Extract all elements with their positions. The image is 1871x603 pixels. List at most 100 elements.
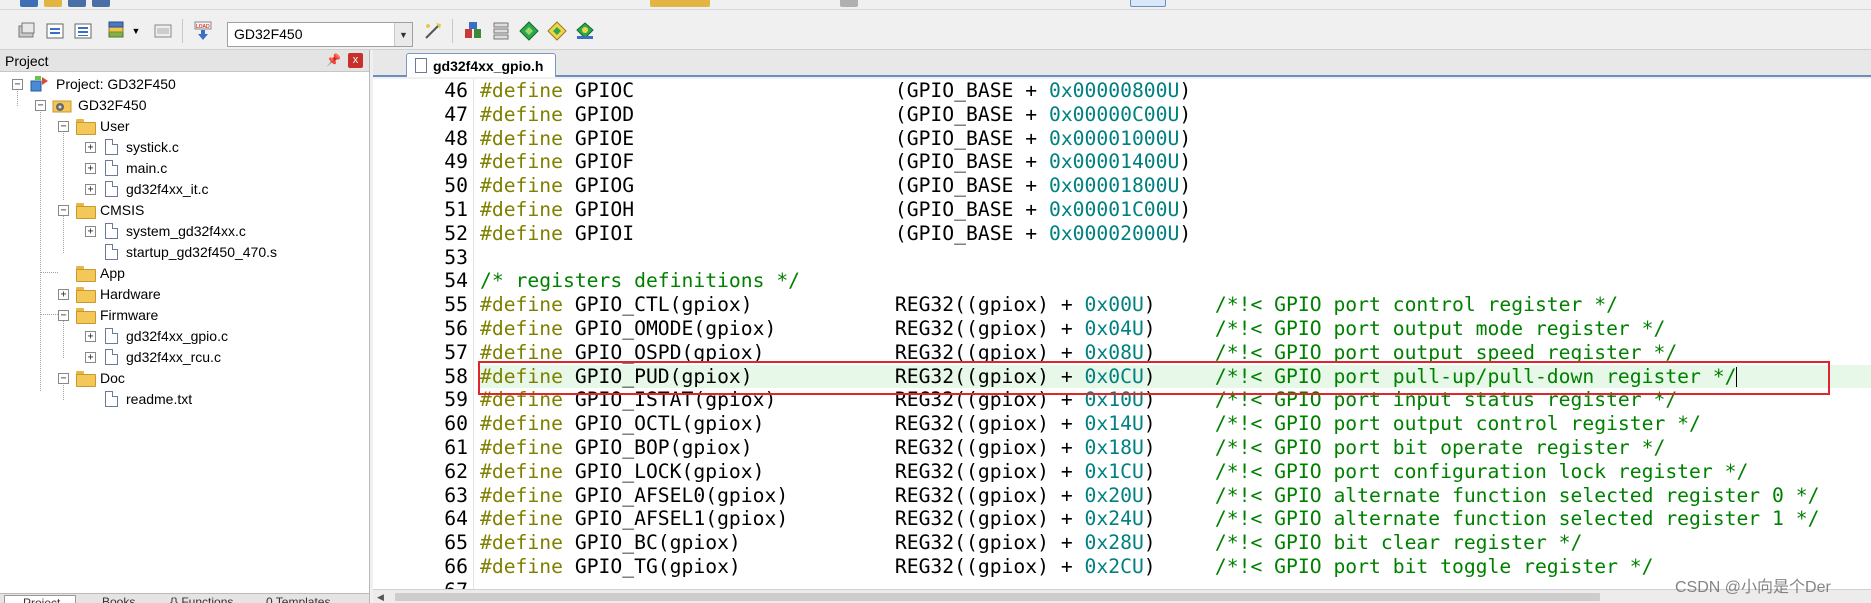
new-file-icon[interactable] — [20, 0, 38, 7]
scroll-left-icon[interactable]: ◀ — [377, 592, 384, 603]
expand-icon[interactable]: + — [85, 352, 96, 363]
code-line[interactable]: #define GPIO_AFSEL0(gpiox) REG32((gpiox)… — [480, 484, 1871, 508]
run-time-environment-icon[interactable] — [572, 19, 598, 43]
expand-icon[interactable]: + — [85, 184, 96, 195]
expand-icon[interactable]: + — [58, 289, 69, 300]
file-extensions-icon[interactable] — [460, 19, 486, 43]
tree-node-folder-app[interactable]: App — [58, 262, 125, 284]
hex-literal: 0x1CU — [1084, 459, 1144, 483]
pack-installer-icon[interactable] — [544, 19, 570, 43]
rebuild-icon[interactable] — [70, 19, 96, 43]
expression: (GPIO_BASE + — [894, 198, 1049, 221]
code-line[interactable]: #define GPIO_LOCK(gpiox) REG32((gpiox) +… — [480, 460, 1871, 484]
pin-icon[interactable]: 📌 — [326, 53, 341, 67]
c-file-icon — [105, 223, 118, 239]
find-in-files-icon[interactable] — [650, 0, 710, 7]
code-line[interactable]: #define GPIO_BC(gpiox) REG32((gpiox) + 0… — [480, 531, 1871, 555]
batch-dropdown-icon[interactable]: ▼ — [130, 19, 142, 43]
chevron-down-icon[interactable]: ▼ — [394, 23, 412, 46]
tree-label: User — [100, 118, 130, 134]
collapse-icon[interactable]: − — [58, 310, 69, 321]
tree-node-project[interactable]: − Project: GD32F450 — [12, 73, 176, 95]
code-view[interactable]: #define GPIOC (GPIO_BASE + 0x00000800U) #… — [480, 79, 1871, 589]
download-icon[interactable]: LOAD — [190, 19, 216, 43]
code-line[interactable]: #define GPIOD (GPIO_BASE + 0x00000C00U) — [480, 103, 1871, 127]
scrollbar-thumb[interactable] — [395, 593, 1600, 601]
select-packs-icon[interactable] — [516, 19, 542, 43]
target-select[interactable]: GD32F450 ▼ — [227, 22, 413, 47]
dropdown-icon[interactable] — [840, 0, 858, 7]
code-line[interactable]: #define GPIO_BOP(gpiox) REG32((gpiox) + … — [480, 436, 1871, 460]
manage-components-icon[interactable] — [488, 19, 514, 43]
tree-node-target[interactable]: − GD32F450 — [35, 94, 146, 116]
code-line[interactable]: #define GPIO_OCTL(gpiox) REG32((gpiox) +… — [480, 412, 1871, 436]
header-file-icon — [415, 58, 427, 73]
expand-icon[interactable]: + — [85, 142, 96, 153]
tree-node-folder-user[interactable]: − User — [58, 115, 130, 137]
expand-icon[interactable]: + — [85, 226, 96, 237]
tree-node-file-startup[interactable]: startup_gd32f450_470.s — [81, 241, 277, 263]
c-file-icon — [105, 328, 118, 344]
code-line[interactable]: #define GPIO_PUD(gpiox) REG32((gpiox) + … — [480, 364, 1871, 389]
collapse-icon[interactable]: − — [58, 205, 69, 216]
code-line[interactable]: #define GPIO_CTL(gpiox) REG32((gpiox) + … — [480, 293, 1871, 317]
tree-node-file-system[interactable]: + system_gd32f4xx.c — [81, 220, 246, 242]
tree-node-file-it[interactable]: + gd32f4xx_it.c — [81, 178, 209, 200]
tree-node-folder-cmsis[interactable]: − CMSIS — [58, 199, 144, 221]
tree-node-file-main[interactable]: + main.c — [81, 157, 167, 179]
comment: /*!< GPIO port configuration lock regist… — [1214, 459, 1749, 483]
code-line[interactable]: #define GPIOI (GPIO_BASE + 0x00002000U) — [480, 222, 1871, 246]
code-line[interactable]: #define GPIO_ISTAT(gpiox) REG32((gpiox) … — [480, 388, 1871, 412]
tree-label: gd32f4xx_rcu.c — [126, 349, 221, 365]
save-all-icon[interactable] — [92, 0, 110, 7]
tree-node-file-gpio[interactable]: + gd32f4xx_gpio.c — [81, 325, 228, 347]
collapse-icon[interactable]: − — [12, 79, 23, 90]
identifier: GPIOD — [562, 102, 895, 126]
collapse-icon[interactable]: − — [58, 373, 69, 384]
tab-books[interactable]: Books — [84, 595, 164, 603]
close-icon[interactable]: x — [348, 53, 363, 68]
target-options-icon[interactable] — [420, 19, 446, 43]
tab-templates[interactable]: 0 Templates — [262, 595, 362, 603]
code-line[interactable]: #define GPIO_AFSEL1(gpiox) REG32((gpiox)… — [480, 507, 1871, 531]
tab-file[interactable]: gd32f4xx_gpio.h — [406, 53, 556, 77]
collapse-icon[interactable]: − — [35, 100, 46, 111]
expression: (GPIO_BASE + — [894, 102, 1049, 126]
code-line[interactable] — [480, 579, 1871, 589]
save-icon[interactable] — [68, 0, 86, 7]
tree-node-folder-firmware[interactable]: − Firmware — [58, 304, 158, 326]
stop-build-icon[interactable] — [150, 19, 176, 43]
tab-project[interactable]: Project — [4, 595, 76, 603]
expression: (GPIO_BASE + — [894, 126, 1049, 150]
translate-icon[interactable] — [14, 19, 40, 43]
collapse-icon[interactable]: − — [58, 121, 69, 132]
open-file-icon[interactable] — [44, 0, 62, 7]
tree-node-file-rcu[interactable]: + gd32f4xx_rcu.c — [81, 346, 221, 368]
code-line[interactable]: /* registers definitions */ — [480, 269, 1871, 293]
code-line[interactable]: #define GPIOH (GPIO_BASE + 0x00001C00U) — [480, 198, 1871, 222]
code-line[interactable]: #define GPIO_OMODE(gpiox) REG32((gpiox) … — [480, 317, 1871, 341]
expand-icon[interactable]: + — [85, 163, 96, 174]
tree-node-file-systick[interactable]: + systick.c — [81, 136, 179, 158]
code-line[interactable]: #define GPIO_TG(gpiox) REG32((gpiox) + 0… — [480, 555, 1871, 579]
code-line[interactable]: #define GPIOG (GPIO_BASE + 0x00001800U) — [480, 174, 1871, 198]
code-line[interactable]: #define GPIO_OSPD(gpiox) REG32((gpiox) +… — [480, 341, 1871, 365]
view-toggle-icon[interactable] — [1130, 0, 1166, 7]
batch-build-icon[interactable] — [104, 19, 130, 43]
code-line[interactable]: #define GPIOF (GPIO_BASE + 0x00001400U) — [480, 150, 1871, 174]
code-line[interactable]: #define GPIOE (GPIO_BASE + 0x00001000U) — [480, 127, 1871, 151]
comment: /*!< GPIO port control register */ — [1214, 293, 1618, 317]
identifier: GPIO_LOCK(gpiox) — [562, 459, 895, 483]
build-icon[interactable] — [42, 19, 68, 43]
line-number: 55 — [444, 293, 468, 317]
tree-node-folder-doc[interactable]: − Doc — [58, 367, 125, 389]
line-number: 60 — [444, 412, 468, 436]
tree-node-folder-hardware[interactable]: + Hardware — [58, 283, 161, 305]
tab-functions[interactable]: {} Functions — [166, 595, 260, 603]
code-line[interactable] — [480, 246, 1871, 270]
code-line[interactable]: #define GPIOC (GPIO_BASE + 0x00000800U) — [480, 79, 1871, 103]
expand-icon[interactable]: + — [85, 331, 96, 342]
tree-node-file-readme[interactable]: readme.txt — [81, 388, 192, 410]
hex-literal: 0x00000800U — [1048, 79, 1180, 102]
horizontal-scrollbar[interactable]: ◀ — [373, 589, 1871, 603]
